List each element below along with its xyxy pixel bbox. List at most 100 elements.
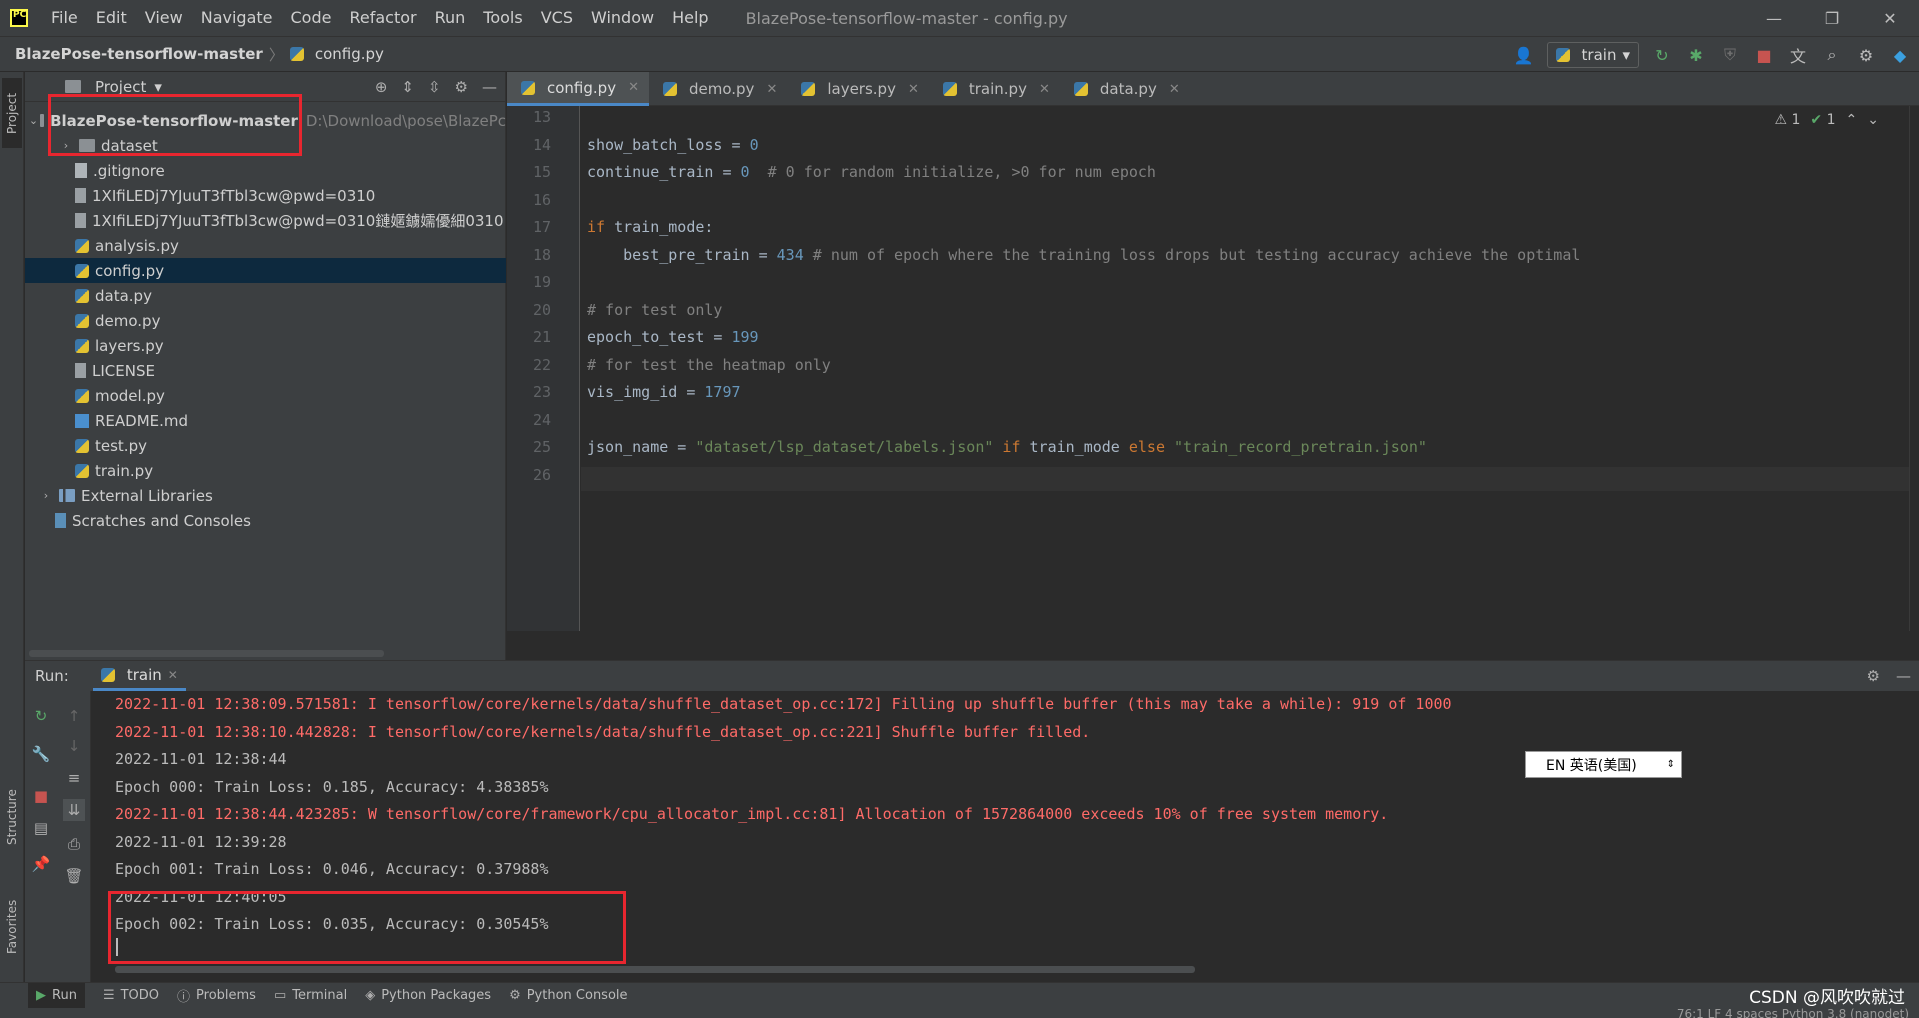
menu-view[interactable]: View (136, 0, 192, 36)
project-view-selector[interactable]: Project ▾ (65, 78, 162, 96)
code-line[interactable]: epoch_to_test = 199 (587, 328, 759, 346)
chevron-down-icon[interactable]: ⌄ (29, 114, 38, 127)
wrench-icon[interactable]: 🔧 (30, 743, 52, 765)
gear-icon[interactable]: ⚙ (1867, 667, 1880, 685)
close-icon[interactable]: ✕ (628, 80, 639, 95)
chevron-right-icon[interactable]: › (39, 489, 53, 502)
close-icon[interactable]: ✕ (168, 668, 178, 682)
menu-edit[interactable]: Edit (87, 0, 136, 36)
stop-icon[interactable]: ■ (1753, 44, 1775, 66)
previous-highlight-icon[interactable]: ⌃ (1846, 112, 1858, 128)
tree-item[interactable]: test.py (25, 433, 506, 458)
soft-wrap-icon[interactable]: ≡ (63, 767, 85, 789)
run-configuration-select[interactable]: train ▾ (1546, 42, 1639, 68)
tree-item[interactable]: › External Libraries (25, 483, 506, 508)
editor-tab[interactable]: layers.py ✕ (787, 72, 929, 106)
menu-help[interactable]: Help (663, 0, 717, 36)
tree-item[interactable]: LICENSE (25, 358, 506, 383)
tree-item[interactable]: config.py (25, 258, 506, 283)
bottom-tab-python-console[interactable]: ⚙ Python Console (509, 988, 627, 1003)
bottom-tab-problems[interactable]: ⓘ Problems (177, 986, 256, 1005)
code-line[interactable]: if train_mode: (587, 218, 713, 236)
tree-item[interactable]: README.md (25, 408, 506, 433)
minimize-button[interactable]: — (1745, 0, 1803, 36)
menu-vcs[interactable]: VCS (532, 0, 582, 36)
menu-tools[interactable]: Tools (474, 0, 531, 36)
menu-window[interactable]: Window (582, 0, 663, 36)
close-icon[interactable]: ✕ (908, 82, 919, 97)
tree-item[interactable]: data.py (25, 283, 506, 308)
restore-button[interactable]: ❐ (1803, 0, 1861, 36)
close-icon[interactable]: ✕ (766, 82, 777, 97)
hide-icon[interactable]: — (1896, 667, 1911, 685)
gear-icon[interactable]: ⚙ (455, 78, 468, 96)
translate-icon[interactable]: 文 (1787, 44, 1809, 66)
code-line[interactable]: # for test only (587, 301, 722, 319)
tree-item[interactable]: 1XIfiLEDj7YJuuT3fTbl3cw@pwd=0310 (25, 183, 506, 208)
menu-refactor[interactable]: Refactor (340, 0, 425, 36)
horizontal-scrollbar[interactable] (29, 650, 384, 657)
stop-icon[interactable]: ■ (30, 785, 52, 807)
collapse-all-icon[interactable]: ⇳ (428, 78, 441, 96)
ime-language-indicator[interactable]: EN 英语(美国) ⇕ (1525, 751, 1682, 778)
run-tab-train[interactable]: train ✕ (92, 661, 186, 691)
bottom-tab-python-packages[interactable]: ◈ Python Packages (365, 988, 491, 1003)
tree-item[interactable]: model.py (25, 383, 506, 408)
gear-icon[interactable]: ⚙ (1855, 44, 1877, 66)
code-line[interactable]: show_batch_loss = 0 (587, 136, 759, 154)
code-line[interactable]: # for test the heatmap only (587, 356, 831, 374)
tree-item[interactable]: analysis.py (25, 233, 506, 258)
horizontal-scrollbar[interactable] (115, 966, 1195, 973)
scroll-to-end-icon[interactable]: ⇊ (63, 799, 85, 821)
editor-tab[interactable]: config.py ✕ (507, 72, 649, 106)
code-line[interactable]: best_pre_train = 434 # num of epoch wher… (587, 246, 1580, 264)
close-icon[interactable]: ✕ (1039, 82, 1050, 97)
bottom-tab-run[interactable]: ▶ Run (28, 982, 85, 1009)
bottom-tab-todo[interactable]: ☰ TODO (103, 988, 159, 1003)
editor-tab[interactable]: data.py ✕ (1060, 72, 1190, 106)
editor-tab[interactable]: train.py ✕ (929, 72, 1060, 106)
menu-file[interactable]: File (42, 0, 87, 36)
user-icon[interactable]: 👤 (1513, 44, 1535, 66)
check-indicator[interactable]: ✔ 1 (1810, 112, 1835, 128)
menu-navigate[interactable]: Navigate (192, 0, 282, 36)
coverage-icon[interactable]: ⛨ (1719, 44, 1741, 66)
jetbrains-toolbox-icon[interactable]: ◆ (1889, 44, 1911, 66)
close-button[interactable]: ✕ (1861, 0, 1919, 36)
vertical-scrollbar[interactable] (1909, 106, 1919, 631)
rerun-icon[interactable]: ↻ (30, 705, 52, 727)
close-icon[interactable]: ✕ (1169, 82, 1180, 97)
project-tool-tab[interactable]: Project (2, 78, 22, 148)
locate-icon[interactable]: ⊕ (375, 78, 388, 96)
menu-run[interactable]: Run (426, 0, 475, 36)
print-icon[interactable]: ⎙ (63, 833, 85, 855)
arrow-up-icon[interactable]: ↑ (63, 705, 85, 727)
pin-icon[interactable]: 📌 (30, 853, 52, 875)
expand-all-icon[interactable]: ⇕ (401, 78, 414, 96)
layout-icon[interactable]: ▤ (30, 817, 52, 839)
code-line[interactable]: json_name = "dataset/lsp_dataset/labels.… (587, 438, 1427, 456)
favorites-tool-tab[interactable]: Favorites (2, 882, 22, 972)
code-editor[interactable]: 13 14 15 16 17 18 19 20 21 22 23 24 25 26 show_batch_… (507, 106, 1919, 631)
breadcrumb-project[interactable]: BlazePose-tensorflow-master (15, 45, 263, 63)
trash-icon[interactable]: 🗑 (63, 865, 85, 887)
code-line[interactable]: continue_train = 0 # 0 for random initia… (587, 163, 1156, 181)
warning-indicator[interactable]: ⚠ 1 (1774, 112, 1800, 128)
menu-code[interactable]: Code (282, 0, 341, 36)
tree-item[interactable]: Scratches and Consoles (25, 508, 506, 533)
tree-item[interactable]: layers.py (25, 333, 506, 358)
breadcrumb-file[interactable]: config.py (289, 45, 384, 63)
hide-icon[interactable]: — (482, 78, 497, 96)
arrow-down-icon[interactable]: ↓ (63, 735, 85, 757)
next-highlight-icon[interactable]: ⌄ (1867, 112, 1879, 128)
tree-item[interactable]: 1XIfiLEDj7YJuuT3fTbl3cw@pwd=0310鏈嫟鐪嬬優細03… (25, 208, 506, 233)
debug-icon[interactable]: ✱ (1685, 44, 1707, 66)
code-line[interactable]: vis_img_id = 1797 (587, 383, 741, 401)
search-icon[interactable]: ⌕ (1821, 44, 1843, 66)
editor-tab[interactable]: demo.py ✕ (649, 72, 787, 106)
tree-item[interactable]: demo.py (25, 308, 506, 333)
tree-item[interactable]: .gitignore (25, 158, 506, 183)
rerun-icon[interactable]: ↻ (1651, 44, 1673, 66)
structure-tool-tab[interactable]: Structure (2, 772, 22, 862)
bottom-tab-terminal[interactable]: ▭ Terminal (274, 988, 347, 1003)
